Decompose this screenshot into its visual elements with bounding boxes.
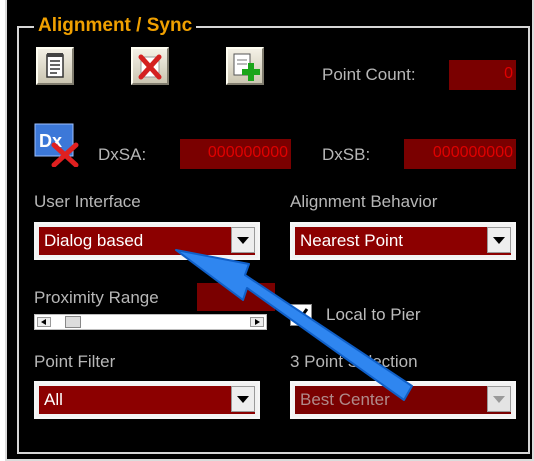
chevron-down-icon	[237, 237, 249, 244]
dxsa-label: DxSA:	[98, 145, 147, 164]
add-plus-icon	[233, 53, 260, 81]
add-point-button[interactable]	[226, 47, 264, 85]
alignment-behavior-label: Alignment Behavior	[290, 192, 438, 211]
point-filter-label: Point Filter	[34, 352, 116, 371]
point-count-value: 0	[449, 60, 516, 90]
dxsb-label: DxSB:	[322, 145, 371, 164]
proximity-range-label: Proximity Range	[34, 288, 159, 307]
proximity-range-slider[interactable]	[34, 314, 267, 330]
point-filter-value: All	[44, 390, 63, 409]
delete-x-icon	[138, 54, 162, 80]
dx-clear-button[interactable]: Dx	[34, 123, 82, 168]
group-title: Alignment / Sync	[34, 14, 197, 38]
scroll-left-button[interactable]	[37, 317, 51, 327]
scroll-thumb[interactable]	[65, 316, 81, 328]
three-point-selection-select[interactable]: Best Center	[290, 381, 516, 419]
chevron-down-icon	[493, 237, 505, 244]
dx-clear-icon: Dx	[34, 123, 79, 168]
notepad-button[interactable]	[36, 47, 74, 85]
point-filter-dropdown-button[interactable]	[231, 386, 255, 412]
alignment-behavior-value: Nearest Point	[300, 231, 403, 250]
user-interface-value: Dialog based	[44, 231, 144, 250]
three-point-selection-label: 3 Point Selection	[290, 352, 418, 371]
user-interface-select[interactable]: Dialog based	[34, 222, 260, 260]
point-count-label: Point Count:	[322, 65, 416, 84]
three-point-selection-value: Best Center	[300, 390, 390, 409]
chevron-down-icon	[237, 396, 249, 403]
alignment-behavior-select[interactable]: Nearest Point	[290, 222, 516, 260]
point-filter-select[interactable]: All	[34, 381, 260, 419]
user-interface-dropdown-button[interactable]	[231, 227, 255, 253]
local-to-pier-checkbox[interactable]	[290, 304, 312, 326]
checkmark-icon	[293, 308, 309, 323]
scroll-right-button[interactable]	[250, 317, 264, 327]
dxsa-value: 000000000	[180, 139, 291, 169]
proximity-range-value[interactable]: 0	[197, 283, 275, 311]
user-interface-label: User Interface	[34, 192, 141, 211]
dxsb-value: 000000000	[404, 139, 516, 169]
local-to-pier-label: Local to Pier	[326, 305, 421, 324]
chevron-down-icon	[493, 396, 505, 403]
alignment-behavior-dropdown-button[interactable]	[487, 227, 511, 253]
three-point-selection-dropdown-button	[487, 386, 511, 412]
delete-button[interactable]	[131, 47, 169, 85]
notepad-icon	[46, 53, 64, 78]
arrow-left-icon	[41, 319, 46, 325]
arrow-right-icon	[255, 319, 260, 325]
